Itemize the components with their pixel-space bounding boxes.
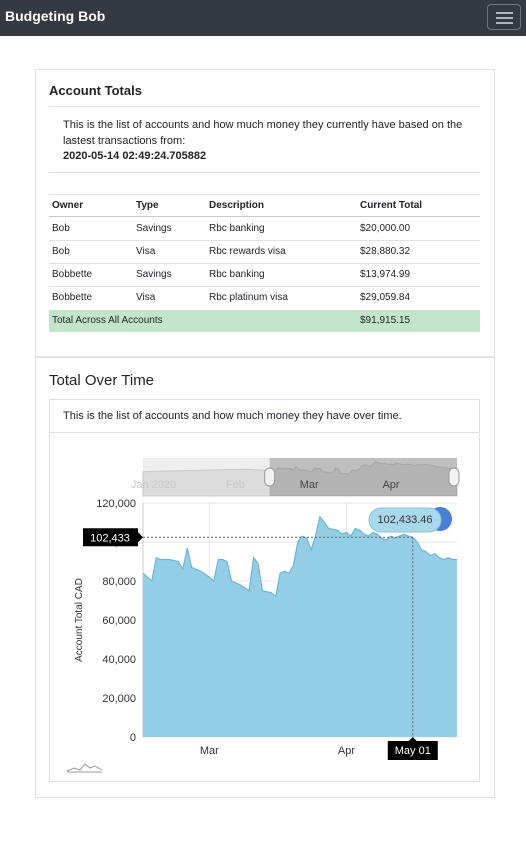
divider — [49, 194, 480, 195]
cell-description: Rbc banking — [209, 223, 265, 234]
col-header-type: Type — [136, 200, 159, 211]
col-header-description: Description — [209, 200, 265, 211]
cell-total: $20,000.00 — [360, 223, 411, 234]
cell-description: Rbc banking — [209, 269, 265, 280]
overtime-intro: This is the list of accounts and how muc… — [63, 410, 402, 422]
divider — [49, 172, 480, 173]
account-totals-title: Account Totals — [49, 83, 142, 98]
total-over-time-title: Total Over Time — [49, 372, 155, 389]
cell-owner: Bob — [52, 246, 70, 257]
hamburger-bar — [496, 12, 513, 14]
divider — [49, 106, 480, 107]
chart-panel — [49, 399, 480, 782]
hamburger-menu-icon[interactable] — [487, 4, 521, 30]
cell-total: $13,974.99 — [360, 269, 411, 280]
hamburger-bar — [496, 22, 513, 24]
brand[interactable]: Budgeting Bob — [5, 8, 105, 24]
divider — [49, 240, 480, 241]
cell-owner: Bob — [52, 223, 70, 234]
accounts-intro: This is the list of accounts and how muc… — [63, 119, 463, 147]
navbar: Budgeting Bob — [0, 0, 526, 36]
divider — [49, 216, 480, 217]
divider — [49, 286, 480, 287]
cell-type: Savings — [136, 269, 172, 280]
cell-owner: Bobbette — [52, 269, 93, 280]
cell-type: Visa — [136, 292, 156, 303]
hamburger-bar — [496, 17, 513, 19]
col-header-current-total: Current Total — [360, 200, 423, 211]
cell-description: Rbc rewards visa — [209, 246, 286, 257]
divider — [49, 263, 480, 264]
total-label: Total Across All Accounts — [52, 315, 163, 326]
cell-total: $28,880.32 — [360, 246, 411, 257]
cell-owner: Bobbette — [52, 292, 93, 303]
col-header-owner: Owner — [52, 200, 84, 211]
cell-type: Savings — [136, 223, 172, 234]
divider — [50, 432, 479, 433]
cell-description: Rbc platinum visa — [209, 292, 288, 303]
accounts-timestamp: 2020-05-14 02:49:24.705882 — [63, 150, 207, 162]
total-value: $91,915.15 — [360, 315, 411, 326]
cell-total: $29,059.84 — [360, 292, 411, 303]
cell-type: Visa — [136, 246, 156, 257]
